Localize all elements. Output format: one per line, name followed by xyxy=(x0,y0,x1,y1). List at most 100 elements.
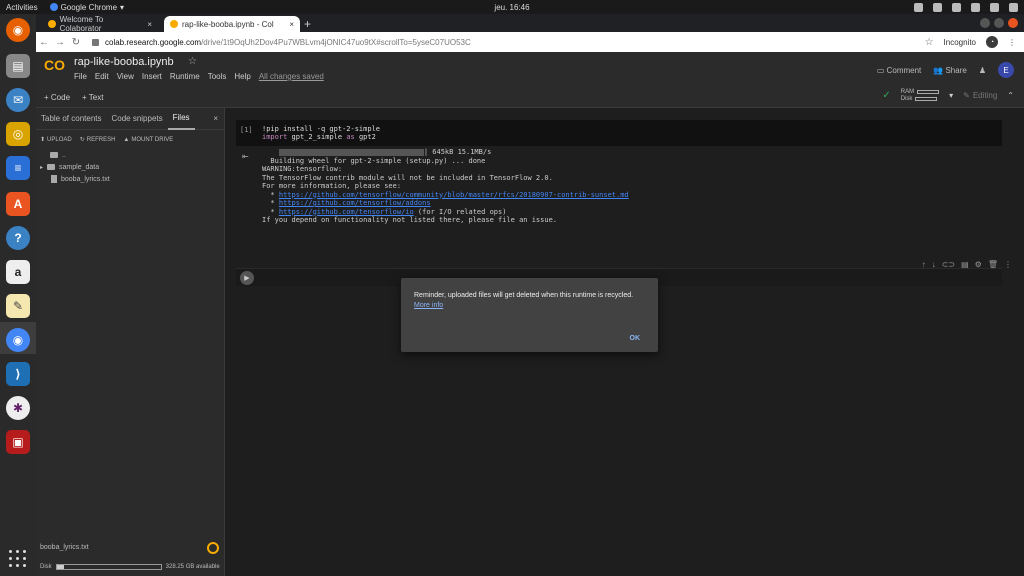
refresh-button[interactable]: ↻ REFRESH xyxy=(79,136,116,144)
writer-icon[interactable]: ≡ xyxy=(6,156,30,180)
sidebar-tabs: Table of contents Code snippets Files × xyxy=(36,108,224,130)
extension-icon[interactable] xyxy=(914,2,923,12)
add-code-button[interactable]: + Code xyxy=(44,93,70,102)
slack-icon[interactable]: ✱ xyxy=(6,396,30,420)
ok-button[interactable]: OK xyxy=(630,335,641,342)
runtime-dropdown-icon[interactable]: ▾ xyxy=(949,91,953,100)
software-center-icon[interactable]: A xyxy=(6,192,30,216)
colab-favicon-icon xyxy=(48,20,56,28)
close-sidebar-icon[interactable]: × xyxy=(213,114,224,123)
user-avatar[interactable]: E xyxy=(998,62,1014,78)
resource-meter[interactable]: RAM Disk xyxy=(900,89,940,102)
clock[interactable]: jeu. 16:46 xyxy=(494,3,529,12)
colab-logo-icon[interactable]: CO xyxy=(44,58,65,72)
toolbar-right: ✓ RAM Disk ▾ ✎ Editing ⌃ xyxy=(882,89,1014,102)
add-text-button[interactable]: + Text xyxy=(82,93,103,102)
show-applications-icon[interactable] xyxy=(9,550,27,568)
chevron-right-icon[interactable]: ▸ xyxy=(40,164,43,171)
file-tree-item-sample-data[interactable]: ▸ sample_data xyxy=(36,161,224,173)
output-link[interactable]: https://github.com/tensorflow/community/… xyxy=(279,191,629,199)
firefox-icon[interactable]: ◉ xyxy=(6,18,30,42)
code-cell[interactable]: [1] !pip install -q gpt-2-simple import … xyxy=(236,120,1002,146)
files-icon[interactable]: ▤ xyxy=(6,54,30,78)
editing-mode-button[interactable]: ✎ Editing xyxy=(963,91,997,100)
disk-usage: Disk 328.25 GB available xyxy=(40,564,220,570)
collapse-header-icon[interactable]: ⌃ xyxy=(1007,91,1014,100)
file-tree-item-lyrics[interactable]: booba_lyrics.txt xyxy=(36,173,224,185)
output-actions-icon[interactable]: ⇤ xyxy=(242,152,249,161)
file-tree: .. ▸ sample_data booba_lyrics.txt xyxy=(36,149,224,185)
lock-icon[interactable] xyxy=(92,38,99,46)
more-icon[interactable]: ⋮ xyxy=(1004,260,1012,269)
maximize-button[interactable] xyxy=(994,18,1004,28)
close-icon[interactable]: × xyxy=(147,20,152,29)
tab-code-snippets[interactable]: Code snippets xyxy=(106,108,167,130)
menu-edit[interactable]: Edit xyxy=(95,72,109,81)
account-icon[interactable]: ♟ xyxy=(979,66,986,75)
volume-icon[interactable] xyxy=(990,2,999,12)
refresh-icon: ↻ xyxy=(79,137,85,143)
notebook-title[interactable]: rap-like-booba.ipynb xyxy=(74,56,174,68)
forward-icon[interactable]: → xyxy=(52,37,68,48)
save-status[interactable]: All changes saved xyxy=(259,72,324,81)
firefox-tray-icon[interactable] xyxy=(952,2,961,12)
tab-welcome[interactable]: Welcome To Colaborator × xyxy=(42,15,158,33)
tab-notebook[interactable]: rap-like-booba.ipynb - Col × xyxy=(164,16,300,32)
mount-drive-button[interactable]: ▲ MOUNT DRIVE xyxy=(123,136,173,143)
incognito-label[interactable]: Incognito xyxy=(944,38,976,47)
activities-button[interactable]: Activities xyxy=(6,3,38,12)
folder-icon xyxy=(50,152,58,158)
close-icon[interactable]: × xyxy=(289,20,294,29)
tab-strip: Welcome To Colaborator × rap-like-booba.… xyxy=(36,14,1024,33)
dropbox-icon[interactable] xyxy=(933,2,942,12)
window-controls xyxy=(980,18,1018,28)
reload-icon[interactable]: ↻ xyxy=(68,37,84,48)
amazon-icon[interactable]: a xyxy=(6,260,30,284)
upload-button[interactable]: ⬆ UPLOAD xyxy=(40,136,72,144)
dock: ◉ ▤ ✉ ◎ ≡ A ? a ✎ ◉ ⟩ ✱ ▣ xyxy=(0,14,36,576)
menu-view[interactable]: View xyxy=(117,72,134,81)
disk-label: Disk xyxy=(900,96,913,102)
url-field[interactable]: colab.research.google.com/drive/1t9OqUh2… xyxy=(105,38,471,47)
thunderbird-icon[interactable]: ✉ xyxy=(6,88,30,112)
app-menu[interactable]: Google Chrome ▾ xyxy=(49,3,124,12)
disk-usage-fill xyxy=(56,565,64,569)
output-link[interactable]: https://github.com/tensorflow/io xyxy=(279,208,414,216)
star-icon[interactable]: ☆ xyxy=(188,56,197,67)
chrome-menu-icon[interactable]: ⋮ xyxy=(1008,38,1016,47)
terminal-app-icon[interactable]: ▣ xyxy=(6,430,30,454)
vscode-icon[interactable]: ⟩ xyxy=(6,362,30,386)
tab-files[interactable]: Files xyxy=(167,108,195,130)
new-tab-button[interactable]: + xyxy=(304,17,311,31)
file-actions: ⬆ UPLOAD ↻ REFRESH ▲ MOUNT DRIVE xyxy=(36,130,224,149)
tab-table-of-contents[interactable]: Table of contents xyxy=(36,108,106,130)
back-icon[interactable]: ← xyxy=(36,37,52,48)
system-tray[interactable] xyxy=(914,2,1018,12)
comment-button[interactable]: ▭ Comment xyxy=(877,66,921,75)
help-icon[interactable]: ? xyxy=(6,226,30,250)
menu-insert[interactable]: Insert xyxy=(142,72,162,81)
menu-tools[interactable]: Tools xyxy=(208,72,227,81)
close-window-button[interactable] xyxy=(1008,18,1018,28)
menu-runtime[interactable]: Runtime xyxy=(170,72,200,81)
power-icon[interactable] xyxy=(1009,2,1018,12)
bookmark-star-icon[interactable]: ☆ xyxy=(925,37,934,48)
run-cell-button[interactable]: ▶ xyxy=(240,271,254,285)
ram-meter xyxy=(917,90,940,94)
incognito-avatar-icon[interactable]: ◔ xyxy=(986,36,998,48)
ram-label: RAM xyxy=(900,89,915,95)
folder-icon xyxy=(47,164,56,170)
minimize-button[interactable] xyxy=(980,18,990,28)
share-button[interactable]: 👥 Share xyxy=(933,66,967,75)
code-editor[interactable]: !pip install -q gpt-2-simple import gpt_… xyxy=(262,125,380,141)
rhythmbox-icon[interactable]: ◎ xyxy=(6,122,30,146)
address-bar-right: ☆ Incognito ◔ ⋮ xyxy=(925,36,1016,48)
menu-file[interactable]: File xyxy=(74,72,87,81)
menu-help[interactable]: Help xyxy=(234,72,250,81)
file-tree-item-parent[interactable]: .. xyxy=(36,149,224,161)
more-info-link[interactable]: More info xyxy=(414,302,443,309)
output-link[interactable]: https://github.com/tensorflow/addons xyxy=(279,199,431,207)
network-icon[interactable] xyxy=(971,2,980,12)
chrome-dock-icon[interactable]: ◉ xyxy=(6,328,30,352)
text-editor-icon[interactable]: ✎ xyxy=(6,294,30,318)
